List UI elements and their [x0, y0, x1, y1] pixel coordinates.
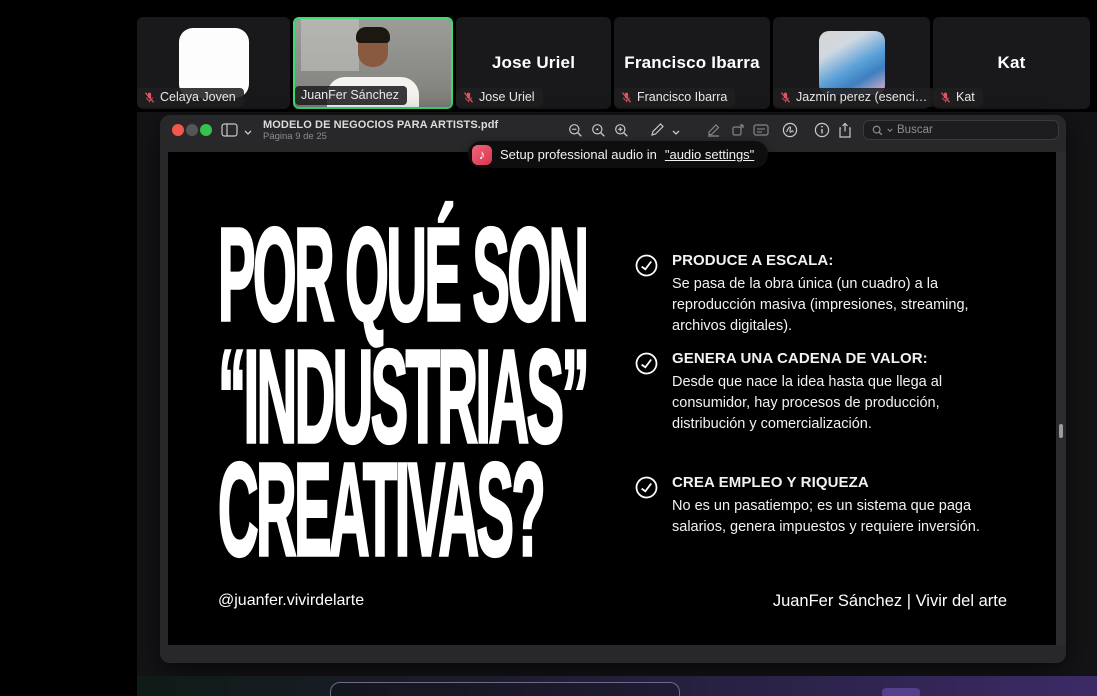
- search-chevron-icon: [887, 128, 893, 133]
- slide-bullet-item: PRODUCE A ESCALA: Se pasa de la obra úni…: [634, 252, 1006, 337]
- participant-tile-juanfer-active-speaker[interactable]: JuanFer Sánchez: [293, 17, 453, 109]
- participant-name-pill: Jazmín perez (esenci…: [773, 88, 935, 107]
- participant-name-pill: JuanFer Sánchez: [295, 86, 407, 105]
- bullet-title: CREA EMPLEO Y RIQUEZA: [672, 474, 1002, 491]
- zoom-actual-size-icon[interactable]: [589, 121, 607, 139]
- crop-icon[interactable]: [729, 121, 747, 139]
- participant-name: Jazmín perez (esenci…: [796, 90, 927, 104]
- participant-name: Jose Uriel: [479, 90, 535, 104]
- background-window-strip: [137, 676, 1097, 696]
- search-placeholder: Buscar: [897, 124, 933, 136]
- chevron-down-icon[interactable]: [239, 124, 257, 142]
- markup-chevron-icon[interactable]: [667, 124, 685, 142]
- participant-name-pill: Jose Uriel: [456, 88, 543, 107]
- slide-bullet-item: GENERA UNA CADENA DE VALOR: Desde que na…: [634, 350, 1006, 435]
- bullet-body: Desde que nace la idea hasta que llega a…: [672, 372, 1002, 435]
- search-icon: [872, 125, 883, 136]
- participant-name: JuanFer Sánchez: [301, 88, 399, 102]
- check-circle-icon: [634, 351, 659, 376]
- participant-tile-celaya[interactable]: Celaya Joven: [137, 17, 290, 109]
- mic-muted-icon: [939, 91, 952, 104]
- participant-tile-kat[interactable]: Kat Kat: [933, 17, 1090, 109]
- minimize-window-button[interactable]: [186, 124, 198, 136]
- pdf-preview-window: MODELO DE NEGOCIOS PARA ARTISTS.pdf Pági…: [160, 115, 1066, 663]
- participant-tile-jazmin[interactable]: Jazmín perez (esenci…: [773, 17, 930, 109]
- participant-name: Celaya Joven: [160, 90, 236, 104]
- screen: Celaya Joven JuanFer Sánchez Jose Uriel …: [0, 0, 1097, 696]
- info-icon[interactable]: [813, 121, 831, 139]
- slide-bullet-item: CREA EMPLEO Y RIQUEZA No es un pasatiemp…: [634, 474, 1006, 538]
- participant-tile-jose[interactable]: Jose Uriel Jose Uriel: [456, 17, 611, 109]
- avatar: [819, 31, 885, 95]
- document-title-block: MODELO DE NEGOCIOS PARA ARTISTS.pdf Pági…: [263, 119, 498, 143]
- participant-name-pill: Celaya Joven: [137, 88, 244, 107]
- markup-pencil-icon[interactable]: [648, 121, 666, 139]
- participant-name-pill: Kat: [933, 88, 983, 107]
- mic-muted-icon: [620, 91, 633, 104]
- search-input[interactable]: Buscar: [863, 120, 1059, 140]
- zoom-out-icon[interactable]: [566, 121, 584, 139]
- highlight-icon[interactable]: [704, 121, 722, 139]
- audio-setup-banner: ♪ Setup professional audio in "audio set…: [468, 141, 768, 168]
- text-annotation-icon[interactable]: [752, 121, 770, 139]
- signature-icon[interactable]: [781, 121, 799, 139]
- zoom-in-icon[interactable]: [612, 121, 630, 139]
- slide-footer-handle: @juanfer.vivirdelarte: [218, 592, 364, 610]
- participant-tile-francisco[interactable]: Francisco Ibarra Francisco Ibarra: [614, 17, 770, 109]
- page-indicator: Página 9 de 25: [263, 132, 498, 142]
- background-button-shape: [882, 688, 920, 696]
- pdf-slide-page: POR QUÉ SON “INDUSTRIAS” CREATIVAS? PROD…: [168, 152, 1056, 645]
- mic-muted-icon: [462, 91, 475, 104]
- mic-muted-icon: [779, 91, 792, 104]
- bullet-title: GENERA UNA CADENA DE VALOR:: [672, 350, 1002, 367]
- share-icon[interactable]: [836, 121, 854, 139]
- check-circle-icon: [634, 475, 659, 500]
- scrollbar-thumb[interactable]: [1059, 424, 1063, 438]
- audio-settings-link[interactable]: "audio settings": [665, 147, 754, 162]
- window-bottom-margin: [160, 645, 1066, 663]
- background-pill-shape: [330, 682, 680, 696]
- slide-footer-credit: JuanFer Sánchez | Vivir del arte: [773, 592, 1007, 611]
- document-title: MODELO DE NEGOCIOS PARA ARTISTS.pdf: [263, 119, 498, 131]
- slide-headline-line-3: CREATIVAS?: [218, 435, 543, 587]
- bullet-body: Se pasa de la obra única (un cuadro) a l…: [672, 274, 1002, 337]
- music-note-icon: ♪: [472, 145, 492, 165]
- zoom-window-button[interactable]: [200, 124, 212, 136]
- scrollbar-track[interactable]: [1056, 152, 1066, 645]
- close-window-button[interactable]: [172, 124, 184, 136]
- participant-name: Kat: [956, 90, 975, 104]
- mic-muted-icon: [143, 91, 156, 104]
- participant-name-pill: Francisco Ibarra: [614, 88, 735, 107]
- check-circle-icon: [634, 253, 659, 278]
- sidebar-toggle-icon[interactable]: [220, 121, 238, 139]
- participant-name: Francisco Ibarra: [637, 90, 727, 104]
- bullet-body: No es un pasatiempo; es un sistema que p…: [672, 496, 1002, 538]
- banner-text: Setup professional audio in: [500, 147, 657, 162]
- bullet-title: PRODUCE A ESCALA:: [672, 252, 1002, 269]
